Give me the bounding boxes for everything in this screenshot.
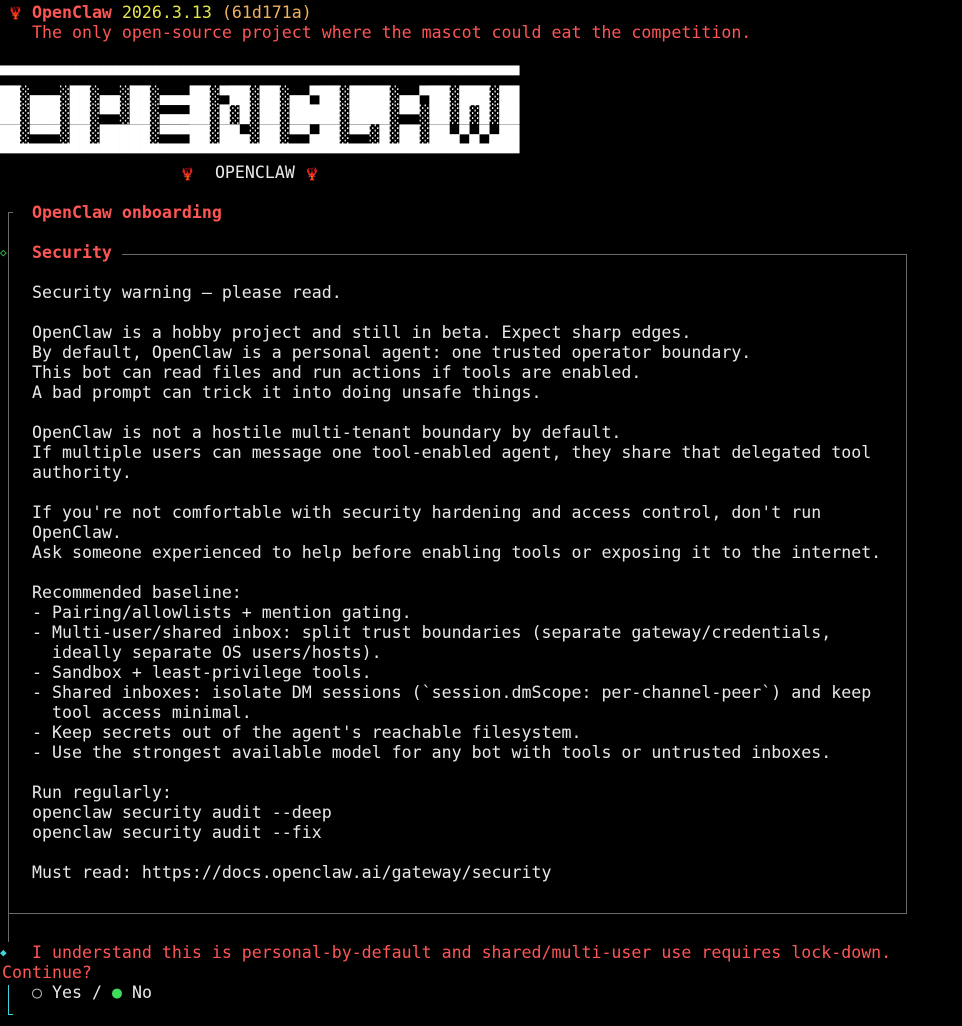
warning-line: - Use the strongest available model for …	[32, 743, 832, 762]
warning-line: This bot can read files and run actions …	[32, 363, 642, 382]
warning-line: ideally separate OS users/hosts).	[32, 643, 382, 662]
lobster-icon: 🦞	[304, 167, 320, 181]
warning-line: If multiple users can message one tool-e…	[32, 443, 872, 462]
warning-line	[32, 563, 881, 583]
security-warning-text: Security warning — please read. OpenClaw …	[32, 283, 881, 883]
warning-line: If you're not comfortable with security …	[32, 503, 822, 522]
onboarding-title: OpenClaw onboarding	[32, 203, 222, 222]
warning-line	[32, 763, 881, 783]
section-bottom-border	[8, 913, 907, 914]
prompt-question: I understand this is personal-by-default…	[32, 943, 892, 962]
radio-empty-icon: ○	[32, 983, 42, 1002]
warning-line: - Keep secrets out of the agent's reacha…	[32, 723, 582, 742]
warning-line: Security warning — please read.	[32, 283, 342, 302]
lobster-icon: 🦞	[180, 167, 195, 181]
warning-line: A bad prompt can trick it into doing uns…	[32, 383, 542, 402]
app-name: OpenClaw	[32, 3, 112, 22]
banner-caption: OPENCLAW	[214, 163, 295, 182]
warning-line	[32, 483, 881, 503]
version: 2026.3.13	[121, 3, 212, 22]
section-title: Security	[32, 243, 112, 262]
warning-line: By default, OpenClaw is a personal agent…	[32, 343, 752, 362]
warning-line	[32, 403, 881, 423]
warning-line: - Multi-user/shared inbox: split trust b…	[32, 623, 832, 642]
active-rail	[8, 985, 9, 1015]
tagline: The only open-source project where the m…	[32, 23, 752, 42]
option-yes[interactable]: ○ Yes	[32, 983, 82, 1002]
warning-line: openclaw security audit --deep	[32, 803, 332, 822]
banner-line: ██░███░██░▀▀░██░▄▄▄██░█░█░██░█████░████░…	[0, 105, 520, 124]
warning-line: tool access minimal.	[32, 703, 252, 722]
warning-line: Run regularly:	[32, 783, 172, 802]
confirm-options: ○ Yes / ● No	[32, 983, 152, 1003]
ascii-banner: ▀▀▀▀▀▀▀▀▀▀▀▀▀▀▀▀▀▀▀▀▀▀▀▀▀▀▀▀▀▀▀▀▀▀▀▀▀▀▀▀…	[0, 66, 520, 164]
corner-top	[8, 212, 13, 213]
warning-line: OpenClaw is a hobby project and still in…	[32, 323, 692, 342]
warning-line: authority.	[32, 463, 132, 482]
lobster-icon: 🦞	[8, 6, 23, 20]
warning-line: - Shared inboxes: isolate DM sessions (`…	[32, 683, 872, 702]
left-rail	[8, 212, 9, 942]
section-top-border	[122, 254, 906, 255]
warning-line: - Pairing/allowlists + mention gating.	[32, 603, 412, 622]
prompt-question-cont: Continue?	[2, 963, 92, 982]
step-done-diamond-icon: ◇	[0, 246, 7, 259]
banner-line: ██░▄▄▄░██░▄▄░██░▄▄▄██░▀██░██░▄▄▀██░████░…	[0, 85, 520, 105]
banner-caption-row: 🦞 OPENCLAW 🦞	[180, 163, 320, 184]
banner-line: ▀▀▀▀▀▀▀▀▀▀▀▀▀▀▀▀▀▀▀▀▀▀▀▀▀▀▀▀▀▀▀▀▀▀▀▀▀▀▀▀…	[0, 144, 520, 163]
option-no-label: No	[131, 983, 152, 1002]
warning-line: openclaw security audit --fix	[32, 823, 322, 842]
warning-line: Must read: https://docs.openclaw.ai/gate…	[32, 863, 552, 882]
app-header: OpenClaw 2026.3.13 (61d171a)	[32, 3, 312, 23]
option-separator: /	[91, 983, 102, 1002]
option-no[interactable]: ● No	[112, 983, 152, 1002]
warning-line: OpenClaw.	[32, 523, 122, 542]
warning-line	[32, 303, 881, 323]
banner-line: ▀▀▀▀▀▀▀▀▀▀▀▀▀▀▀▀▀▀▀▀▀▀▀▀▀▀▀▀▀▀▀▀▀▀▀▀▀▀▀▀…	[0, 66, 520, 85]
active-corner	[8, 1014, 13, 1015]
banner-line: ██░▀▀▀░██░█████░▀▀▀██░██▄░██░▀▀▄██░▀▀░█░…	[0, 124, 520, 144]
warning-line: Ask someone experienced to help before e…	[32, 543, 882, 562]
radio-filled-icon: ●	[111, 983, 122, 1002]
warning-line: OpenClaw is not a hostile multi-tenant b…	[32, 423, 622, 442]
commit-hash: (61d171a)	[221, 3, 312, 22]
option-yes-label: Yes	[52, 983, 82, 1002]
warning-line: - Sandbox + least-privilege tools.	[32, 663, 372, 682]
section-right-border	[906, 254, 907, 914]
warning-line: Recommended baseline:	[32, 583, 242, 602]
active-step-diamond-icon: ◆	[0, 946, 7, 959]
warning-line	[32, 843, 881, 863]
